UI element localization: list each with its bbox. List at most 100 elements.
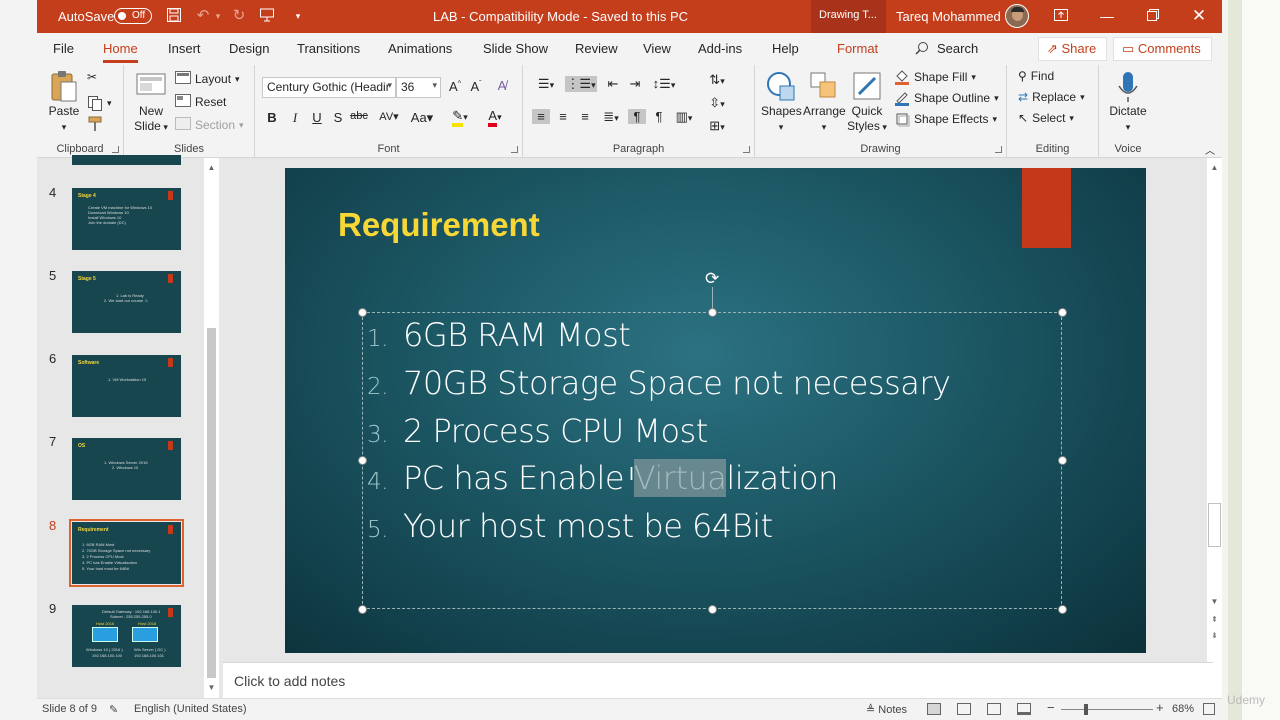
user-name[interactable]: Tareq Mohammed — [896, 9, 1001, 24]
slide-thumbnail-9[interactable]: Default Gateway : 192.168.100.1 Subnet :… — [72, 605, 181, 667]
shadow-icon[interactable]: S — [329, 110, 347, 125]
save-icon[interactable] — [165, 7, 183, 25]
numbering-icon[interactable]: ⋮☰▾ — [565, 76, 597, 92]
resize-handle[interactable] — [1058, 456, 1067, 465]
scroll-up-icon[interactable]: ▲ — [204, 162, 219, 174]
slide-scroll-thumb[interactable] — [1208, 503, 1221, 547]
clipboard-launcher-icon[interactable] — [112, 146, 119, 153]
share-button[interactable]: ⇗ Share — [1038, 37, 1107, 61]
tab-home[interactable]: Home — [103, 41, 138, 63]
tab-view[interactable]: View — [643, 41, 671, 56]
tab-insert[interactable]: Insert — [168, 41, 201, 56]
text-direction-icon[interactable]: ⇅▾ — [703, 72, 731, 88]
tab-animations[interactable]: Animations — [388, 41, 452, 56]
bullet-item[interactable]: 1. 6GB RAM Most — [367, 316, 631, 354]
decrease-font-icon[interactable]: Aˇ — [467, 79, 485, 94]
close-icon[interactable]: ✕ — [1189, 6, 1209, 26]
layout-button[interactable]: Layout ▾ — [175, 71, 240, 87]
scroll-down-icon[interactable]: ▼ — [204, 682, 219, 694]
zoom-out-icon[interactable]: − — [1047, 700, 1055, 715]
arrange-button[interactable]: Arrange ▾ — [803, 70, 846, 135]
slide-show-view-icon[interactable] — [1017, 703, 1031, 715]
font-name-dropdown-icon[interactable]: ▾ — [387, 80, 392, 91]
zoom-in-icon[interactable]: + — [1156, 700, 1164, 715]
character-spacing-icon[interactable]: AV▾ — [376, 110, 402, 123]
cut-icon[interactable]: ✂ — [87, 70, 97, 84]
slide-thumbnail-8[interactable]: Requirement 1. 6GB RAM Most 2. 70GB Stor… — [72, 522, 181, 584]
tab-format[interactable]: Format — [837, 41, 878, 56]
resize-handle[interactable] — [708, 308, 717, 317]
resize-handle[interactable] — [358, 605, 367, 614]
zoom-level[interactable]: 68% — [1172, 703, 1194, 715]
align-text-icon[interactable]: ⇳▾ — [703, 95, 731, 111]
strikethrough-icon[interactable]: abc — [350, 110, 368, 122]
format-painter-icon[interactable] — [87, 116, 103, 132]
slide-scrollbar[interactable]: ▲ ▼ ⇞ ⇟ — [1207, 158, 1222, 698]
scroll-down-icon[interactable]: ▼ — [1207, 596, 1222, 608]
paragraph-launcher-icon[interactable] — [743, 146, 750, 153]
rotate-handle-icon[interactable]: ⟳ — [705, 269, 719, 289]
undo-dropdown-icon[interactable]: ▾ — [213, 7, 223, 25]
slide-thumbnail-5[interactable]: Stage 5 1. Lab is Ready 2. We start our … — [72, 271, 181, 333]
resize-handle[interactable] — [708, 605, 717, 614]
notes-pane[interactable]: Click to add notes — [223, 662, 1213, 698]
tab-add-ins[interactable]: Add-ins — [698, 41, 742, 56]
zoom-slider-thumb[interactable] — [1084, 704, 1088, 715]
bold-icon[interactable]: B — [263, 110, 281, 125]
decrease-indent-icon[interactable]: ⇤ — [604, 76, 622, 92]
right-to-left-icon[interactable]: ¶ — [650, 109, 668, 124]
justify-icon[interactable]: ≣▾ — [598, 109, 624, 125]
previous-slide-icon[interactable]: ⇞ — [1207, 614, 1222, 626]
slide-thumbnail-partial[interactable] — [72, 155, 181, 165]
bullet-item[interactable]: 3. 2 Process CPU Most — [367, 412, 708, 450]
tab-design[interactable]: Design — [229, 41, 269, 56]
font-name-box[interactable]: Century Gothic (Headir ▾ — [262, 77, 396, 98]
line-spacing-icon[interactable]: ↕☰▾ — [650, 76, 678, 92]
align-right-icon[interactable]: ≡ — [576, 109, 594, 124]
columns-icon[interactable]: ▥▾ — [671, 109, 697, 125]
next-slide-icon[interactable]: ⇟ — [1207, 630, 1222, 642]
current-slide[interactable]: Requirement ⟳ 1. 6GB RAM Most 2. 70GB Stor… — [285, 168, 1146, 653]
notes-button[interactable]: ≜ Notes — [866, 703, 907, 716]
font-color-icon[interactable]: A▾ — [481, 108, 509, 127]
collapse-ribbon-icon[interactable]: ︿ — [1205, 142, 1215, 157]
tab-file[interactable]: File — [53, 41, 74, 56]
bullet-item[interactable]: 5. Your host most be 64Bit — [367, 507, 773, 545]
shape-outline-button[interactable]: Shape Outline ▾ — [894, 90, 999, 106]
select-button[interactable]: ↖ Select ▾ — [1018, 111, 1074, 125]
highlight-icon[interactable]: ✎▾ — [446, 108, 474, 127]
increase-font-icon[interactable]: A^ — [446, 79, 464, 94]
resize-handle[interactable] — [1058, 605, 1067, 614]
shape-effects-button[interactable]: Shape Effects ▾ — [894, 111, 997, 127]
replace-button[interactable]: ⇄ Replace ▾ — [1018, 90, 1085, 104]
comments-button[interactable]: ▭ Comments — [1113, 37, 1212, 61]
tab-help[interactable]: Help — [772, 41, 799, 56]
find-button[interactable]: ⚲ Find — [1018, 69, 1054, 83]
tab-transitions[interactable]: Transitions — [297, 41, 360, 56]
increase-indent-icon[interactable]: ⇥ — [626, 76, 644, 92]
minimize-icon[interactable]: — — [1097, 6, 1117, 26]
slide-title[interactable]: Requirement — [338, 206, 540, 244]
tab-review[interactable]: Review — [575, 41, 618, 56]
quick-styles-button[interactable]: Quick Styles ▾ — [846, 70, 888, 135]
resize-handle[interactable] — [358, 456, 367, 465]
bullets-icon[interactable]: ☰▾ — [532, 76, 560, 92]
redo-icon[interactable]: ↻ — [230, 7, 248, 25]
autosave-toggle[interactable]: Off — [114, 8, 152, 24]
smartart-icon[interactable]: ⊞▾ — [703, 118, 731, 134]
language-indicator[interactable]: English (United States) — [134, 703, 247, 715]
resize-handle[interactable] — [1058, 308, 1067, 317]
thumbnail-scroll-thumb[interactable] — [207, 328, 216, 678]
avatar[interactable] — [1005, 4, 1029, 28]
normal-view-icon[interactable] — [927, 703, 941, 715]
slide-thumbnail-7[interactable]: OS 1. Windows Server 2016 2. Windows 10 — [72, 438, 181, 500]
bullet-item[interactable]: 2. 70GB Storage Space not necessary — [367, 364, 951, 402]
present-icon[interactable] — [258, 7, 276, 25]
resize-handle[interactable] — [358, 308, 367, 317]
copy-icon[interactable]: ▾ — [87, 95, 112, 111]
slide-thumbnail-4[interactable]: Stage 4 Create VM machine for Windows 10… — [72, 188, 181, 250]
reset-button[interactable]: Reset — [175, 94, 226, 110]
left-to-right-icon[interactable]: ¶ — [628, 109, 646, 124]
slide-sorter-view-icon[interactable] — [957, 703, 971, 715]
font-launcher-icon[interactable] — [511, 146, 518, 153]
